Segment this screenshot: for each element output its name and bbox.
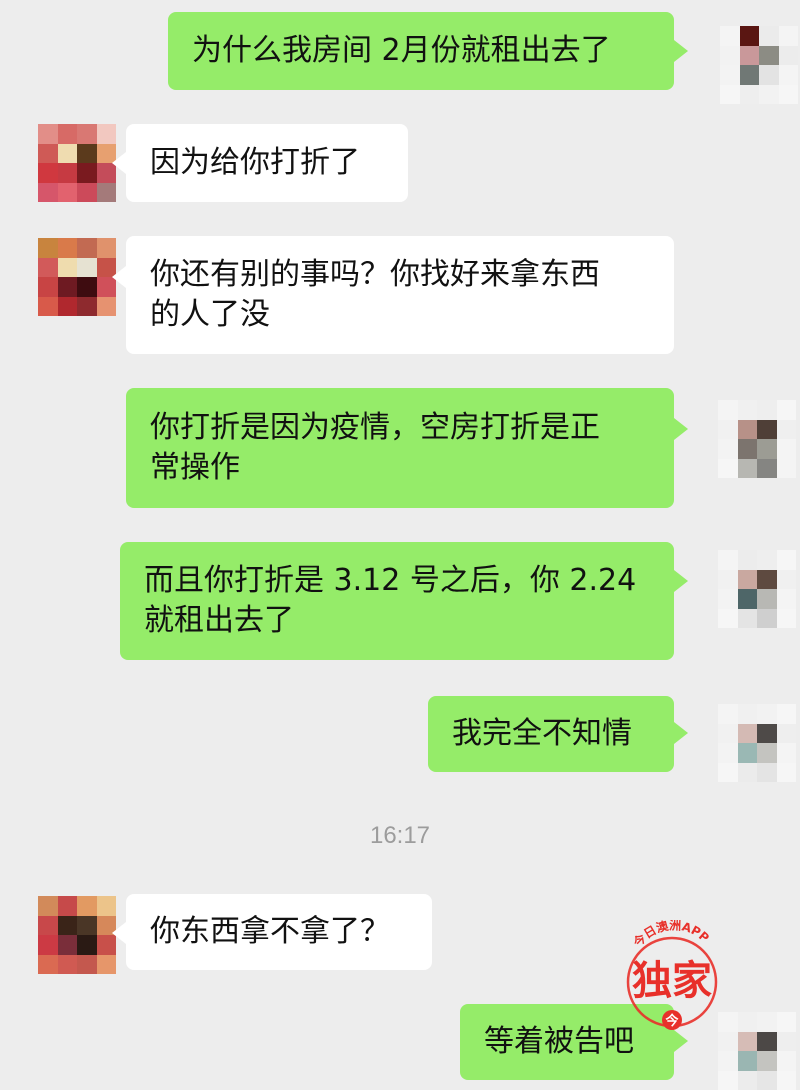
avatar-self[interactable] (718, 704, 796, 782)
bubble-tail (674, 570, 688, 592)
message-bubble-received[interactable]: 因为给你打折了 (126, 124, 408, 202)
message-text: 而且你打折是 3.12 号之后，你 2.24 就租出去了 (144, 563, 637, 638)
bubble-tail (674, 722, 688, 744)
message-bubble-sent[interactable]: 你打折是因为疫情，空房打折是正 常操作 (126, 388, 674, 508)
avatar-contact[interactable] (38, 896, 116, 974)
message-text: 为什么我房间 2月份就租出去了 (192, 33, 611, 68)
bubble-tail (112, 152, 126, 174)
bubble-tail (674, 40, 688, 62)
bubble-tail (112, 266, 126, 288)
message-text: 你东西拿不拿了？ (150, 914, 390, 949)
message-bubble-sent[interactable]: 而且你打折是 3.12 号之后，你 2.24 就租出去了 (120, 542, 674, 660)
message-text: 你还有别的事吗？你找好来拿东西 的人了没 (150, 257, 600, 332)
message-text: 你打折是因为疫情，空房打折是正 常操作 (150, 410, 600, 485)
message-text: 因为给你打折了 (150, 145, 360, 180)
message-bubble-sent[interactable]: 为什么我房间 2月份就租出去了 (168, 12, 674, 90)
avatar-self[interactable] (718, 400, 796, 478)
avatar-contact[interactable] (38, 124, 116, 202)
message-bubble-received[interactable]: 你东西拿不拿了？ (126, 894, 432, 970)
message-timestamp: 16:17 (369, 822, 431, 849)
exclusive-watermark: 今日澳洲APP 独家 今 (626, 920, 718, 1030)
watermark-arc-text: 今日澳洲APP (629, 920, 712, 950)
watermark-badge-text: 今 (664, 1013, 679, 1029)
avatar-contact[interactable] (38, 238, 116, 316)
avatar-self[interactable] (720, 26, 798, 104)
watermark-main-text: 独家 (632, 958, 712, 1004)
message-bubble-received[interactable]: 你还有别的事吗？你找好来拿东西 的人了没 (126, 236, 674, 354)
bubble-tail (674, 418, 688, 440)
message-bubble-sent[interactable]: 我完全不知情 (428, 696, 674, 772)
bubble-tail (112, 922, 126, 944)
message-text: 我完全不知情 (452, 716, 632, 751)
avatar-self[interactable] (718, 550, 796, 628)
